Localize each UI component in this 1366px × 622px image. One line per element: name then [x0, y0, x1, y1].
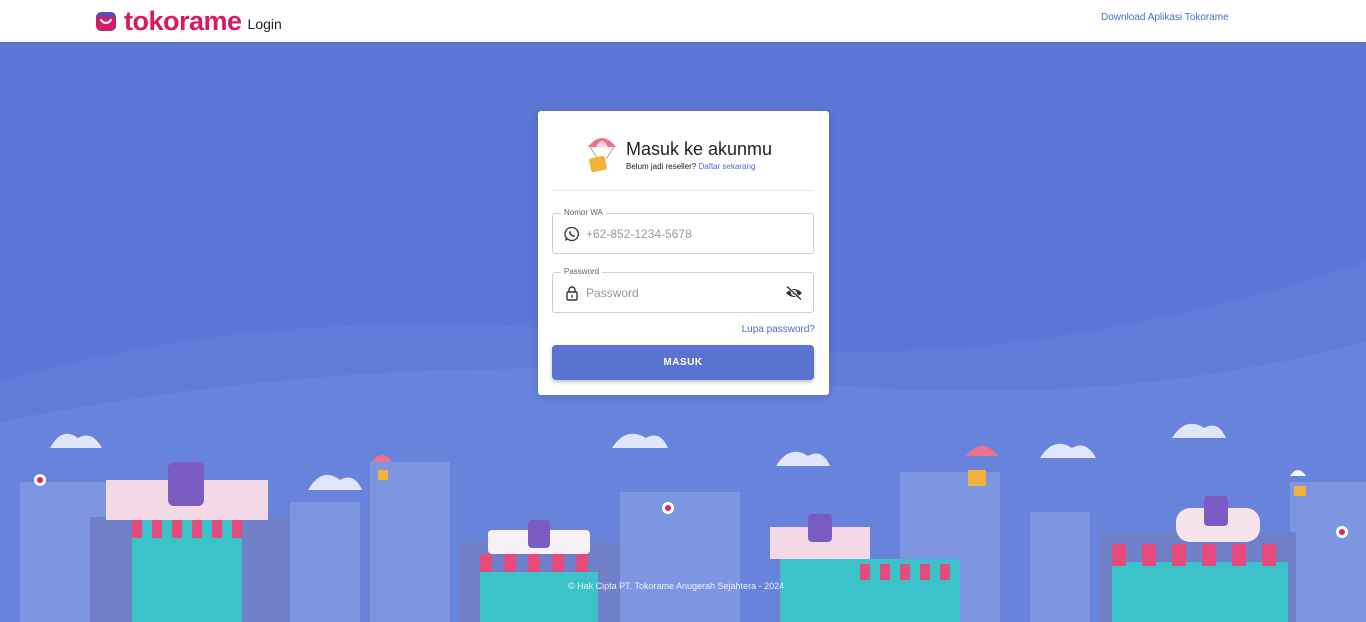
brand-name: tokorame [124, 6, 242, 36]
login-card: Masuk ke akunmu Belum jadi reseller? Daf… [538, 111, 829, 395]
register-link[interactable]: Daftar sekarang [699, 162, 756, 171]
brand-logo[interactable]: tokorame Login [94, 6, 282, 36]
whatsapp-icon [564, 226, 579, 242]
password-field[interactable]: Password [552, 267, 814, 313]
password-input[interactable] [586, 283, 776, 303]
phone-field[interactable]: Nomor WA [552, 208, 814, 254]
copyright-text: © Hak Cipta PT. Tokorame Anugerah Sejaht… [568, 581, 785, 591]
login-title: Masuk ke akunmu [626, 139, 773, 159]
shopping-bag-icon [96, 12, 116, 31]
top-bar: tokorame Login Download Aplikasi Tokoram… [0, 0, 1366, 42]
login-button[interactable]: MASUK [552, 345, 814, 380]
parachute-package-icon [588, 138, 616, 173]
divider [552, 190, 814, 191]
phone-input[interactable] [586, 224, 776, 244]
login-header: Masuk ke akunmu Belum jadi reseller? Daf… [586, 133, 772, 175]
password-label: Password [561, 267, 603, 276]
eye-off-icon[interactable] [785, 285, 803, 301]
download-app-link[interactable]: Download Aplikasi Tokorame [1101, 12, 1229, 23]
lock-icon [566, 286, 578, 301]
login-subtitle: Belum jadi reseller? Daftar sekarang [626, 162, 772, 171]
phone-label: Nomor WA [561, 208, 606, 217]
register-prompt: Belum jadi reseller? [626, 162, 697, 171]
page-subtitle: Login [247, 16, 282, 32]
forgot-password-link[interactable]: Lupa password? [742, 324, 815, 335]
